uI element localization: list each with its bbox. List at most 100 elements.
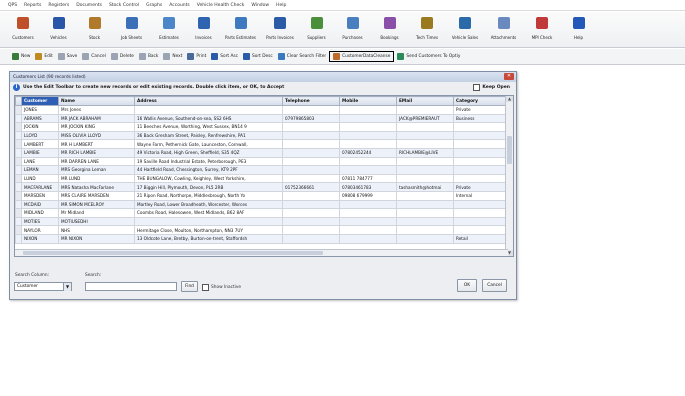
table-row[interactable]: MIDLAND Mr Midland Coombs Road, Halesowen,… bbox=[15, 208, 509, 218]
table-row[interactable]: LLOYD MISS OLIVIA LLOYD 36 Back Gresham St… bbox=[15, 130, 509, 141]
cell-telephone[interactable] bbox=[282, 190, 340, 201]
cell-address[interactable]: 19 Saville Road Industrial Estate, Peter… bbox=[134, 156, 283, 167]
table-row[interactable]: NAYLOR NHS Hermitage Close, Moulton, North… bbox=[15, 225, 509, 235]
cell-mobile[interactable]: 09808 679999 bbox=[339, 190, 397, 201]
horizontal-scrollbar[interactable] bbox=[15, 249, 508, 256]
table-row[interactable]: MARSDEN MRS CLAIRE MARSDEN 21 Ripon Road, … bbox=[15, 190, 509, 201]
vertical-scrollbar[interactable]: ▲ ▼ bbox=[505, 96, 513, 256]
cell-category[interactable]: Internal bbox=[453, 190, 509, 201]
column-header-category[interactable]: Category bbox=[453, 96, 509, 106]
save-button[interactable]: Save bbox=[57, 53, 77, 60]
cell-customer[interactable]: MIDLAND bbox=[21, 208, 59, 218]
cell-customer[interactable]: MARSDEN bbox=[21, 190, 59, 201]
cell-name[interactable]: Mrs Jones bbox=[58, 105, 135, 115]
table-row[interactable]: LAMBERT MR H LAMBERT Wayne Farm, Pethernic… bbox=[15, 139, 509, 149]
cell-address[interactable]: 17 Biggin Hill, Plymouth, Devon, PL5 2RB bbox=[134, 182, 283, 192]
menu-item-window[interactable]: Window bbox=[251, 3, 269, 8]
cell-mobile[interactable] bbox=[339, 130, 397, 141]
cancel-button[interactable]: Cancel bbox=[82, 53, 106, 60]
cell-address[interactable]: 44 Hartfield Road, Chessington, Surrey, … bbox=[134, 165, 283, 175]
search-column-select[interactable]: Customer ▼ bbox=[14, 282, 72, 291]
sort-desc-button[interactable]: Sort Desc bbox=[243, 53, 273, 60]
cell-telephone[interactable] bbox=[282, 233, 340, 244]
cell-customer[interactable]: LEMAN bbox=[21, 165, 59, 175]
clear-search-filter-button[interactable]: Clear Search Filter bbox=[277, 53, 326, 60]
cell-name[interactable]: MR JACK ABRAHAM bbox=[58, 113, 135, 124]
cell-email[interactable] bbox=[396, 208, 454, 218]
cell-category[interactable]: Private bbox=[453, 105, 509, 115]
send-customers-to-optiy-button[interactable]: Send Customers To Optiy bbox=[397, 53, 460, 60]
cell-category[interactable] bbox=[453, 225, 509, 235]
menu-item-help[interactable]: Help bbox=[276, 3, 286, 8]
cell-category[interactable]: Retail bbox=[453, 233, 509, 244]
cell-customer[interactable]: LAMBERT bbox=[21, 139, 59, 149]
cell-name[interactable]: MOTIUSEDHI bbox=[58, 216, 135, 227]
cell-email[interactable] bbox=[396, 233, 454, 244]
cell-mobile[interactable] bbox=[339, 139, 397, 149]
cell-address[interactable]: 11 Beeches Avenue, Worthing, West Sussex… bbox=[134, 122, 283, 132]
cell-telephone[interactable] bbox=[282, 147, 340, 158]
hscrollbar-thumb[interactable] bbox=[23, 251, 323, 255]
table-row[interactable]: LAMBIE MR RICH LAMBIE 49 Victoria Road, Hi… bbox=[15, 147, 509, 158]
toolbar-button-parts-estimates[interactable]: Parts Estimates bbox=[220, 12, 261, 48]
cell-telephone[interactable] bbox=[282, 216, 340, 227]
cell-address[interactable]: Coombs Road, Halesowen, West Midlands, B… bbox=[134, 208, 283, 218]
cell-address[interactable]: 49 Victoria Road, High Green, Sheffield,… bbox=[134, 147, 283, 158]
cell-address[interactable] bbox=[134, 105, 283, 115]
cell-mobile[interactable]: 07803461783 bbox=[339, 182, 397, 192]
cell-customer[interactable]: LANE bbox=[21, 156, 59, 167]
cell-telephone[interactable] bbox=[282, 139, 340, 149]
checkbox-box[interactable] bbox=[473, 84, 481, 91]
toolbar-button-invoices[interactable]: Invoices bbox=[187, 12, 220, 48]
cell-category[interactable] bbox=[453, 156, 509, 167]
cell-name[interactable]: MR H LAMBERT bbox=[58, 139, 135, 149]
cell-telephone[interactable] bbox=[282, 156, 340, 167]
toolbar-button-purchases[interactable]: Purchases bbox=[334, 12, 371, 48]
cell-address[interactable]: 36 Back Gresham Street, Paisley, Renfrew… bbox=[134, 130, 283, 141]
column-header-customer[interactable]: Customer bbox=[21, 96, 59, 106]
cell-email[interactable]: tashasmith@hotmai bbox=[396, 182, 454, 192]
cell-category[interactable] bbox=[453, 199, 509, 210]
scrollbar-thumb[interactable] bbox=[507, 136, 512, 164]
cell-mobile[interactable] bbox=[339, 165, 397, 175]
cell-email[interactable]: RICHLAMBIE@LIVE bbox=[396, 147, 454, 158]
table-row[interactable]: MCDAID MR SIMON MCELROY Martley Road, Lowe… bbox=[15, 199, 509, 210]
cell-category[interactable] bbox=[453, 216, 509, 227]
cell-address[interactable]: Hermitage Close, Moulton, Northampton, N… bbox=[134, 225, 283, 235]
cell-address[interactable]: THE BUNGALOW, Cowling, Keighley, West Yo… bbox=[134, 173, 283, 184]
cell-email[interactable] bbox=[396, 122, 454, 132]
checkbox-box[interactable] bbox=[202, 284, 209, 291]
cell-telephone[interactable] bbox=[282, 130, 340, 141]
table-row[interactable]: MOTIES MOTIUSEDHI bbox=[15, 216, 509, 227]
table-row[interactable]: ABRAMS MR JACK ABRAHAM 16 Wallis Avenue, S… bbox=[15, 113, 509, 124]
cell-category[interactable] bbox=[453, 173, 509, 184]
toolbar-button-help[interactable]: Help bbox=[561, 12, 596, 48]
table-row[interactable]: NIXON MR NIXON 13 Oldcote Lane, Bretby, Bu… bbox=[15, 233, 509, 244]
toolbar-button-estimates[interactable]: Estimates bbox=[151, 12, 187, 48]
cell-telephone[interactable] bbox=[282, 173, 340, 184]
back-button[interactable]: Back bbox=[138, 53, 158, 60]
cell-telephone[interactable] bbox=[282, 208, 340, 218]
cell-name[interactable]: Mr Midland bbox=[58, 208, 135, 218]
column-header-mobile[interactable]: Mobile bbox=[339, 96, 397, 106]
cell-telephone[interactable]: 07979865803 bbox=[282, 113, 340, 124]
cell-mobile[interactable] bbox=[339, 113, 397, 124]
cell-email[interactable] bbox=[396, 225, 454, 235]
ok-button[interactable]: OK bbox=[457, 279, 477, 292]
show-inactive-checkbox[interactable]: Show Inactive bbox=[202, 284, 241, 291]
cell-address[interactable]: 13 Oldcote Lane, Bretby, Burton-on-trent… bbox=[134, 233, 283, 244]
cell-telephone[interactable] bbox=[282, 199, 340, 210]
cell-telephone[interactable] bbox=[282, 225, 340, 235]
cell-mobile[interactable] bbox=[339, 225, 397, 235]
toolbar-button-stock[interactable]: Stock bbox=[77, 12, 112, 48]
cell-mobile[interactable] bbox=[339, 208, 397, 218]
cell-name[interactable]: NHS bbox=[58, 225, 135, 235]
table-row[interactable]: JONES Mrs Jones Private bbox=[15, 105, 509, 115]
delete-button[interactable]: Delete bbox=[110, 53, 134, 60]
cell-mobile[interactable] bbox=[339, 216, 397, 227]
cell-email[interactable]: JACK@PREMIERAUT bbox=[396, 113, 454, 124]
cell-name[interactable]: MR DARREN LANE bbox=[58, 156, 135, 167]
cell-category[interactable]: Business bbox=[453, 113, 509, 124]
keep-open-checkbox[interactable]: Keep Open bbox=[473, 84, 510, 91]
edit-button[interactable]: Edit bbox=[35, 53, 53, 60]
